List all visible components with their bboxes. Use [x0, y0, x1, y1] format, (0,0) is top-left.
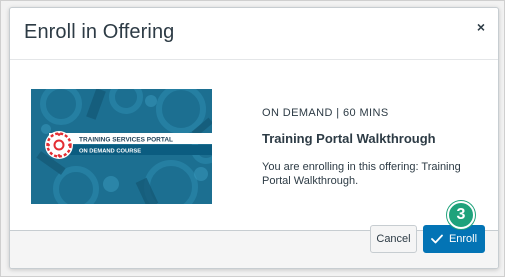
dialog-title: Enroll in Offering	[24, 21, 175, 43]
cancel-button[interactable]: Cancel	[370, 225, 417, 253]
enroll-label: Enroll	[448, 233, 478, 245]
checkmark-icon	[431, 234, 443, 244]
banner-title: TRAINING SERVICES PORTAL	[79, 137, 173, 144]
cancel-label: Cancel	[376, 233, 411, 245]
course-info: ON DEMAND | 60 MINS Training Portal Walk…	[262, 107, 492, 188]
portal-logo-icon	[45, 131, 73, 159]
course-thumbnail: TRAINING SERVICES PORTAL ON DEMAND COURS…	[31, 89, 212, 204]
close-button[interactable]: ×	[472, 18, 490, 36]
close-icon: ×	[476, 19, 486, 35]
banner-subtitle: ON DEMAND COURSE	[79, 149, 141, 155]
course-title: Training Portal Walkthrough	[262, 131, 436, 146]
step-callout-badge: 3	[447, 201, 475, 229]
dialog-header: Enroll in Offering ×	[10, 8, 498, 60]
course-meta: ON DEMAND | 60 MINS	[262, 107, 389, 119]
enroll-button[interactable]: Enroll	[423, 225, 485, 253]
enroll-message: You are enrolling in this offering: Trai…	[262, 161, 461, 187]
dialog-body: TRAINING SERVICES PORTAL ON DEMAND COURS…	[10, 60, 498, 233]
